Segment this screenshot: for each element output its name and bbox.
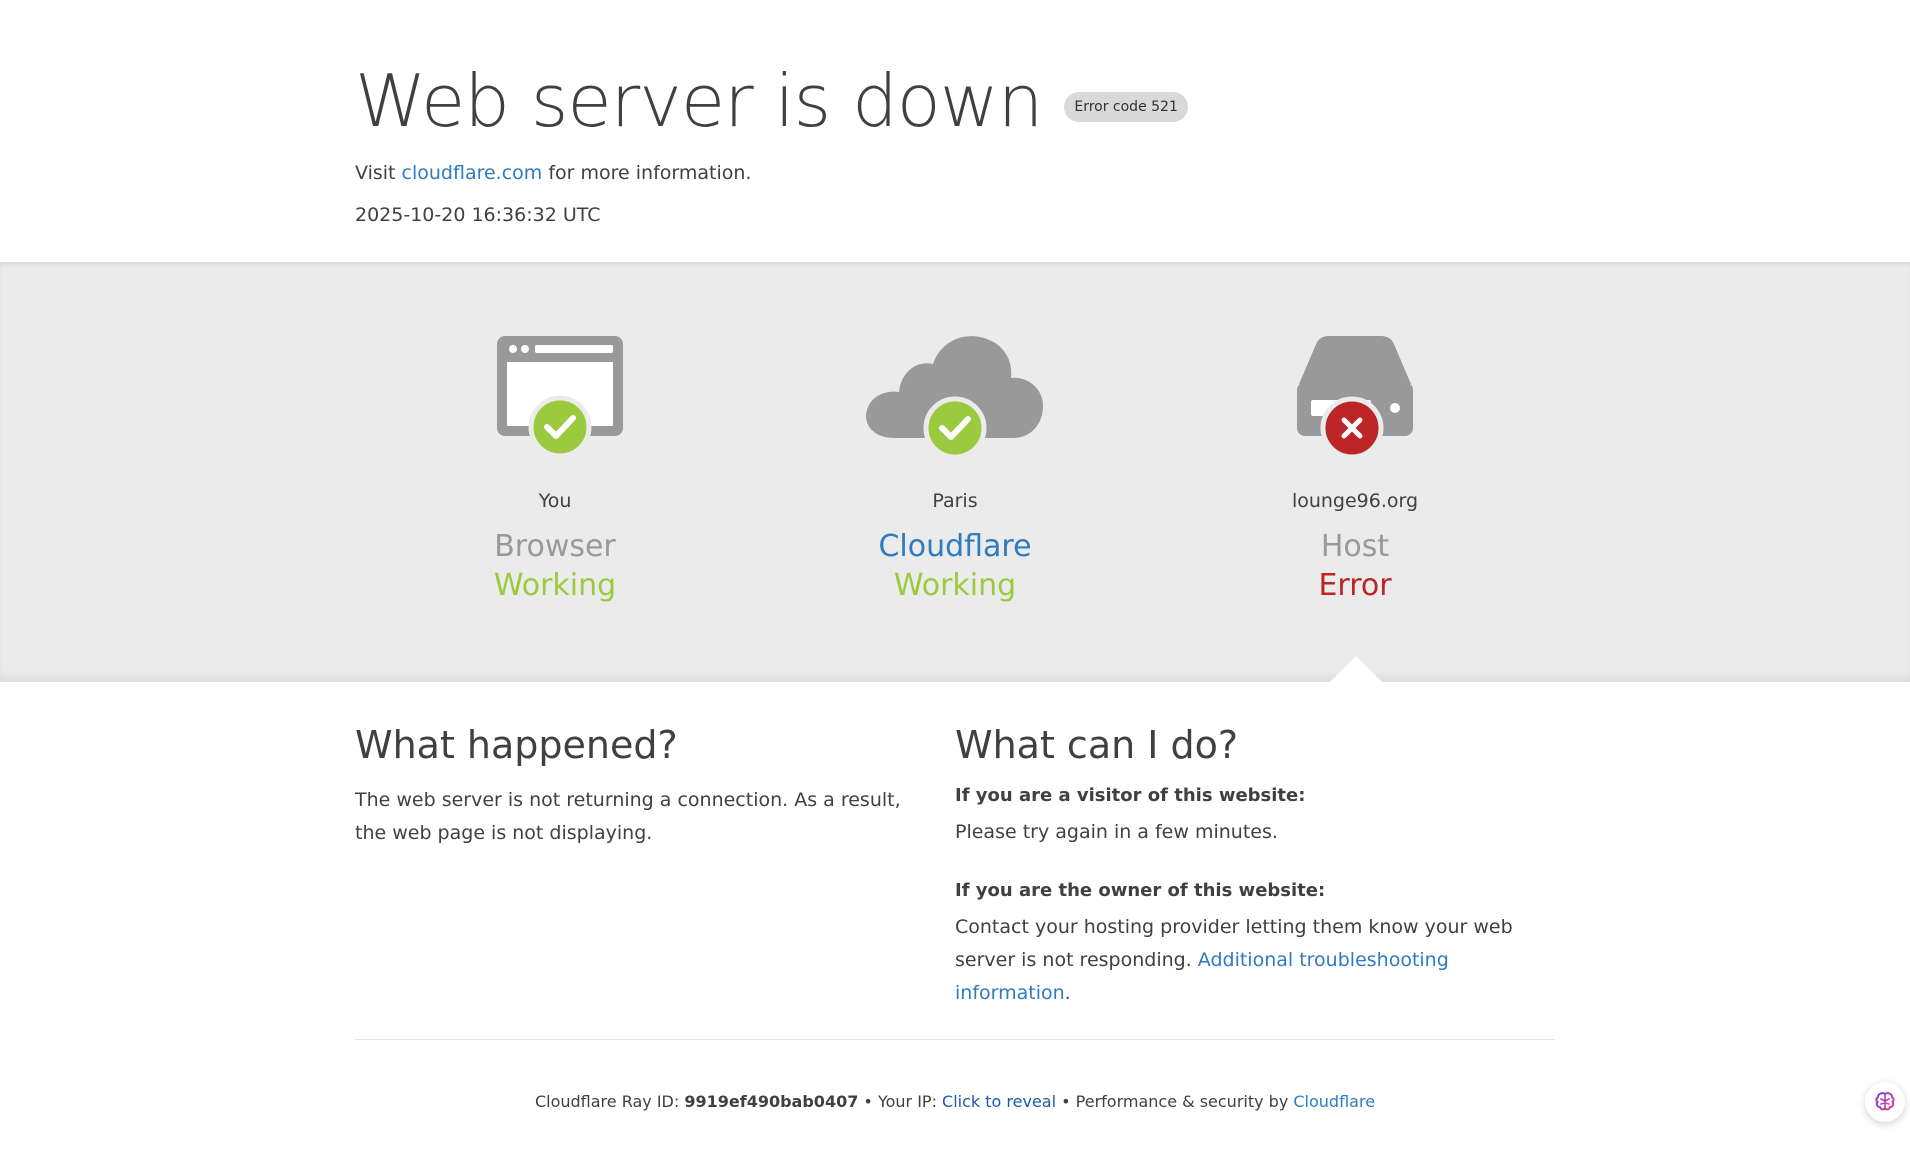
owner-text: Contact your hosting provider letting th… xyxy=(955,911,1555,1010)
ip-label: Your IP: xyxy=(877,1092,943,1111)
status-band: You Browser Working Paris Cloudflare Wor… xyxy=(0,262,1910,682)
status-pointer xyxy=(1330,656,1382,682)
footer-separator: • xyxy=(858,1092,878,1111)
what-can-i-do-section: What can I do? If you are a visitor of t… xyxy=(955,722,1555,1010)
status-state: Working xyxy=(893,568,1017,603)
status-role: Browser xyxy=(494,529,616,564)
visitor-text: Please try again in a few minutes. xyxy=(955,821,1278,843)
page-header: Web server is down Error code 521 Visit … xyxy=(0,0,1910,262)
status-role-link[interactable]: Cloudflare xyxy=(755,529,1155,565)
header-content: Web server is down Error code 521 Visit … xyxy=(355,58,1555,230)
browser-icon xyxy=(497,336,623,459)
brain-icon xyxy=(1875,1092,1895,1111)
owner-text-suffix: . xyxy=(1064,982,1071,1004)
status-state: Working xyxy=(493,568,617,603)
status-location: You xyxy=(538,490,572,512)
visit-suffix: for more information. xyxy=(542,162,752,184)
details-section: What happened? The web server is not ret… xyxy=(355,682,1555,1042)
assistant-button[interactable] xyxy=(1865,1082,1905,1122)
visit-prefix: Visit xyxy=(355,162,402,184)
ray-label: Cloudflare Ray ID: xyxy=(534,1092,685,1111)
what-happened-heading: What happened? xyxy=(355,723,678,767)
footer-cloudflare-link[interactable]: Cloudflare xyxy=(1293,1092,1375,1111)
status-role: Host xyxy=(1320,529,1390,564)
perf-label: Performance & security by xyxy=(1075,1092,1294,1111)
visitor-heading: If you are a visitor of this website: xyxy=(955,785,1306,806)
reveal-ip-button[interactable]: Click to reveal xyxy=(942,1092,1056,1111)
cloud-icon-wrap xyxy=(755,332,1155,462)
page-title: Web server is down xyxy=(355,59,1043,143)
cloudflare-link[interactable]: cloudflare.com xyxy=(402,162,543,184)
status-location: Paris xyxy=(932,490,978,512)
footer-divider xyxy=(355,1039,1555,1040)
status-host: lounge96.org Host Error xyxy=(1155,262,1555,682)
what-happened-section: What happened? The web server is not ret… xyxy=(355,722,915,850)
status-cloudflare: Paris Cloudflare Working xyxy=(755,262,1155,682)
error-code-badge: Error code 521 xyxy=(1064,92,1188,122)
ray-id: 9919ef490bab0407 xyxy=(684,1092,859,1111)
what-happened-text: The web server is not returning a connec… xyxy=(355,789,901,844)
server-icon-wrap xyxy=(1155,332,1555,462)
check-badge xyxy=(923,396,987,460)
status-browser: You Browser Working xyxy=(355,262,755,682)
what-can-i-do-heading: What can I do? xyxy=(955,723,1239,767)
browser-icon-wrap xyxy=(355,332,755,462)
cloud-icon xyxy=(866,336,1043,460)
server-icon xyxy=(1297,336,1413,460)
footer-separator: • xyxy=(1056,1092,1076,1111)
status-state: Error xyxy=(1318,568,1392,603)
timestamp: 2025-10-20 16:36:32 UTC xyxy=(355,204,601,226)
title-row: Web server is down Error code 521 xyxy=(355,58,1555,144)
owner-heading: If you are the owner of this website: xyxy=(955,880,1326,901)
check-badge xyxy=(528,395,592,459)
status-location: lounge96.org xyxy=(1291,490,1419,512)
visit-line: Visit cloudflare.com for more informatio… xyxy=(355,158,1555,188)
footer: Cloudflare Ray ID: 9919ef490bab0407 • Yo… xyxy=(355,1090,1555,1114)
